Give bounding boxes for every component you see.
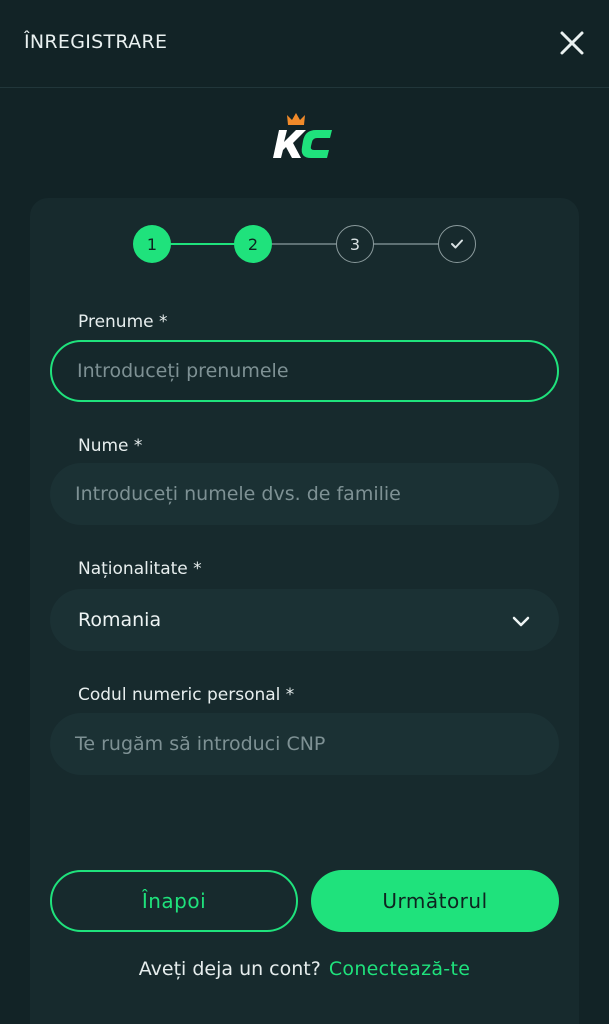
chevron-down-icon	[512, 616, 530, 627]
step-2-label: 2	[247, 234, 259, 254]
crown-icon	[287, 113, 305, 125]
cnp-label: Codul numeric personal *	[78, 685, 295, 705]
stepper-line-1-2	[170, 243, 235, 245]
registration-screen: ÎNREGISTRARE 1 2 3 Prenume * Introduceți…	[0, 0, 609, 1024]
login-link[interactable]: Conectează-te	[329, 958, 470, 980]
step-3: 3	[336, 225, 374, 263]
nationality-select[interactable]: Romania	[50, 589, 559, 651]
step-3-label: 3	[349, 234, 361, 254]
next-button[interactable]: Următorul	[311, 870, 559, 932]
last-name-label: Nume *	[78, 436, 143, 456]
cnp-placeholder: Te rugăm să introduci CNP	[75, 733, 326, 755]
progress-stepper: 1 2 3	[0, 0, 609, 263]
nationality-value: Romania	[78, 609, 162, 631]
step-2: 2	[234, 225, 272, 263]
cnp-input[interactable]: Te rugăm să introduci CNP	[50, 713, 559, 775]
step-1-label: 1	[146, 234, 158, 254]
step-1: 1	[133, 225, 171, 263]
login-prompt: Aveți deja un cont? Conectează-te	[0, 958, 609, 980]
check-icon	[451, 239, 463, 249]
step-final	[438, 225, 476, 263]
first-name-label: Prenume *	[78, 312, 168, 332]
back-button[interactable]: Înapoi	[50, 870, 298, 932]
first-name-input[interactable]: Introduceți prenumele	[50, 340, 559, 402]
last-name-placeholder: Introduceți numele dvs. de familie	[75, 483, 401, 505]
nationality-label: Naționalitate *	[78, 559, 202, 579]
next-button-label: Următorul	[382, 889, 488, 913]
login-prompt-text: Aveți deja un cont?	[138, 958, 321, 980]
last-name-input[interactable]: Introduceți numele dvs. de familie	[50, 463, 559, 525]
brand-logo	[272, 112, 338, 164]
back-button-label: Înapoi	[141, 889, 207, 913]
stepper-line-2-3	[271, 243, 337, 245]
stepper-line-3-4	[373, 243, 439, 245]
first-name-placeholder: Introduceți prenumele	[77, 360, 289, 382]
